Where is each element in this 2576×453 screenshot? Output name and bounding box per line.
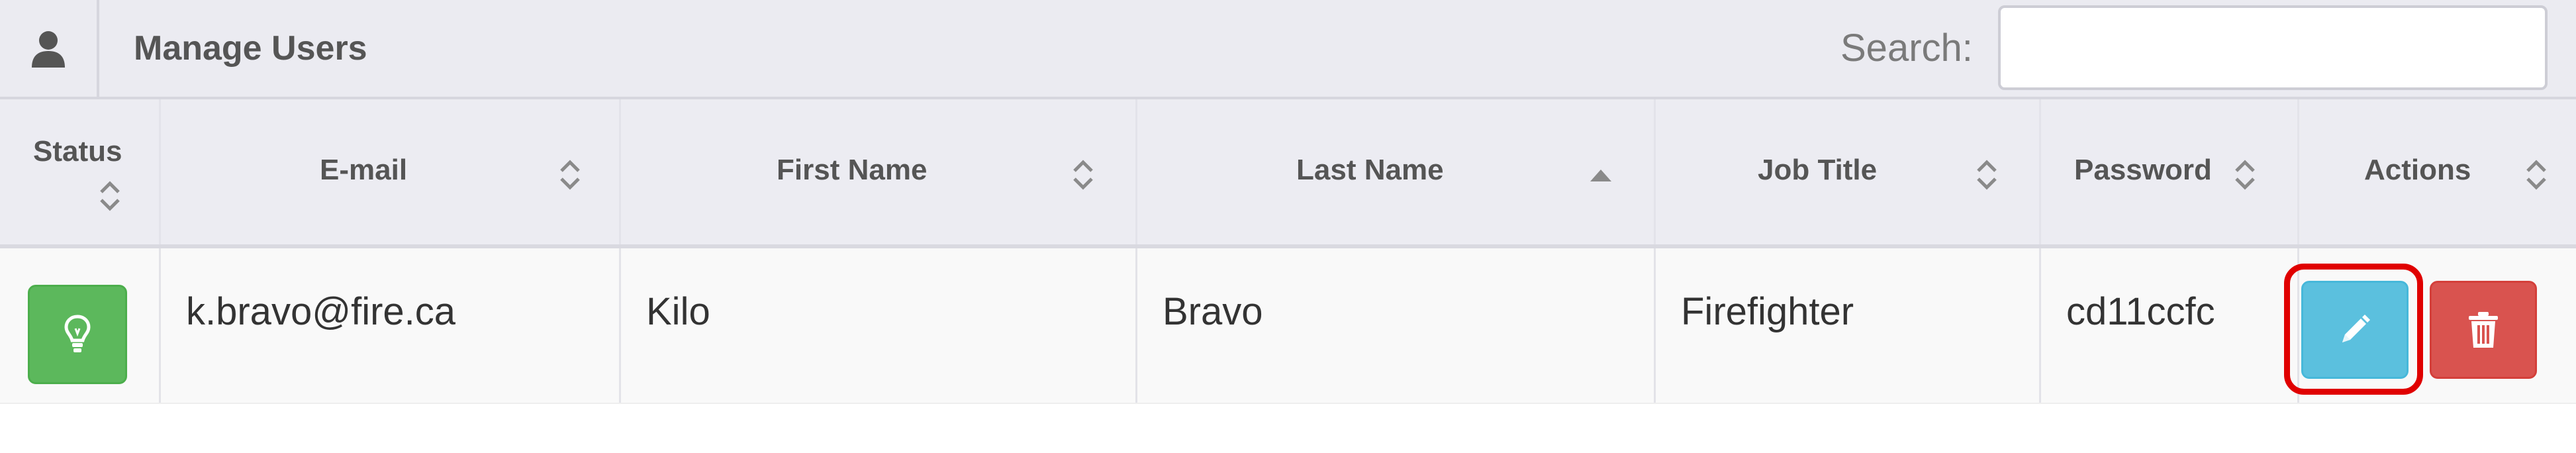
- cell-status: [0, 248, 159, 403]
- cell-last-name: Bravo: [1135, 248, 1654, 403]
- page-background: [0, 404, 2576, 453]
- last-name-value: Bravo: [1163, 290, 1263, 333]
- password-value: cd11ccfc: [2066, 290, 2215, 333]
- user-icon-cell: [0, 0, 99, 99]
- cell-first-name: Kilo: [619, 248, 1135, 403]
- edit-button-highlight: [2284, 264, 2423, 395]
- sort-both-icon: [2235, 160, 2255, 190]
- lightbulb-icon: [64, 315, 91, 352]
- first-name-value: Kilo: [646, 290, 710, 333]
- job-title-value: Firefighter: [1681, 290, 1854, 333]
- column-header-first-name[interactable]: First Name: [619, 99, 1135, 244]
- trash-icon: [2469, 312, 2498, 348]
- sort-ascending-icon: [1590, 170, 1611, 181]
- delete-user-button[interactable]: [2430, 281, 2537, 379]
- column-header-actions[interactable]: Actions: [2297, 99, 2576, 244]
- column-header-email[interactable]: E-mail: [159, 99, 619, 244]
- status-toggle-button[interactable]: [28, 285, 127, 384]
- column-header-status[interactable]: Status: [0, 99, 159, 244]
- column-header-label: Last Name: [1296, 154, 1444, 186]
- table-header: Status E-mail First Name Last Name Job T…: [0, 99, 2576, 248]
- cell-password: cd11ccfc: [2039, 248, 2297, 403]
- column-header-label: Password: [2074, 154, 2212, 186]
- column-header-job-title[interactable]: Job Title: [1654, 99, 2039, 244]
- column-header-label: First Name: [777, 154, 928, 186]
- column-header-last-name[interactable]: Last Name: [1135, 99, 1654, 244]
- page-title: Manage Users: [134, 29, 367, 68]
- sort-both-icon: [560, 160, 580, 190]
- sort-both-icon: [2526, 160, 2546, 190]
- sort-both-icon: [100, 181, 120, 211]
- search-label: Search:: [1840, 26, 1973, 70]
- cell-job-title: Firefighter: [1654, 248, 2039, 403]
- user-icon: [32, 31, 65, 68]
- column-header-label: Status: [33, 135, 122, 168]
- column-header-label: E-mail: [320, 154, 408, 186]
- sort-both-icon: [1073, 160, 1093, 190]
- search-input[interactable]: [1998, 5, 2548, 90]
- column-header-label: Actions: [2364, 154, 2471, 186]
- sort-both-icon: [1977, 160, 1997, 190]
- table-row: k.bravo@fire.ca Kilo Bravo Firefighter c…: [0, 248, 2576, 404]
- cell-email: k.bravo@fire.ca: [159, 248, 619, 403]
- column-header-password[interactable]: Password: [2039, 99, 2297, 244]
- page-header: Manage Users Search:: [0, 0, 2576, 99]
- column-header-label: Job Title: [1758, 154, 1878, 186]
- email-value: k.bravo@fire.ca: [186, 290, 456, 333]
